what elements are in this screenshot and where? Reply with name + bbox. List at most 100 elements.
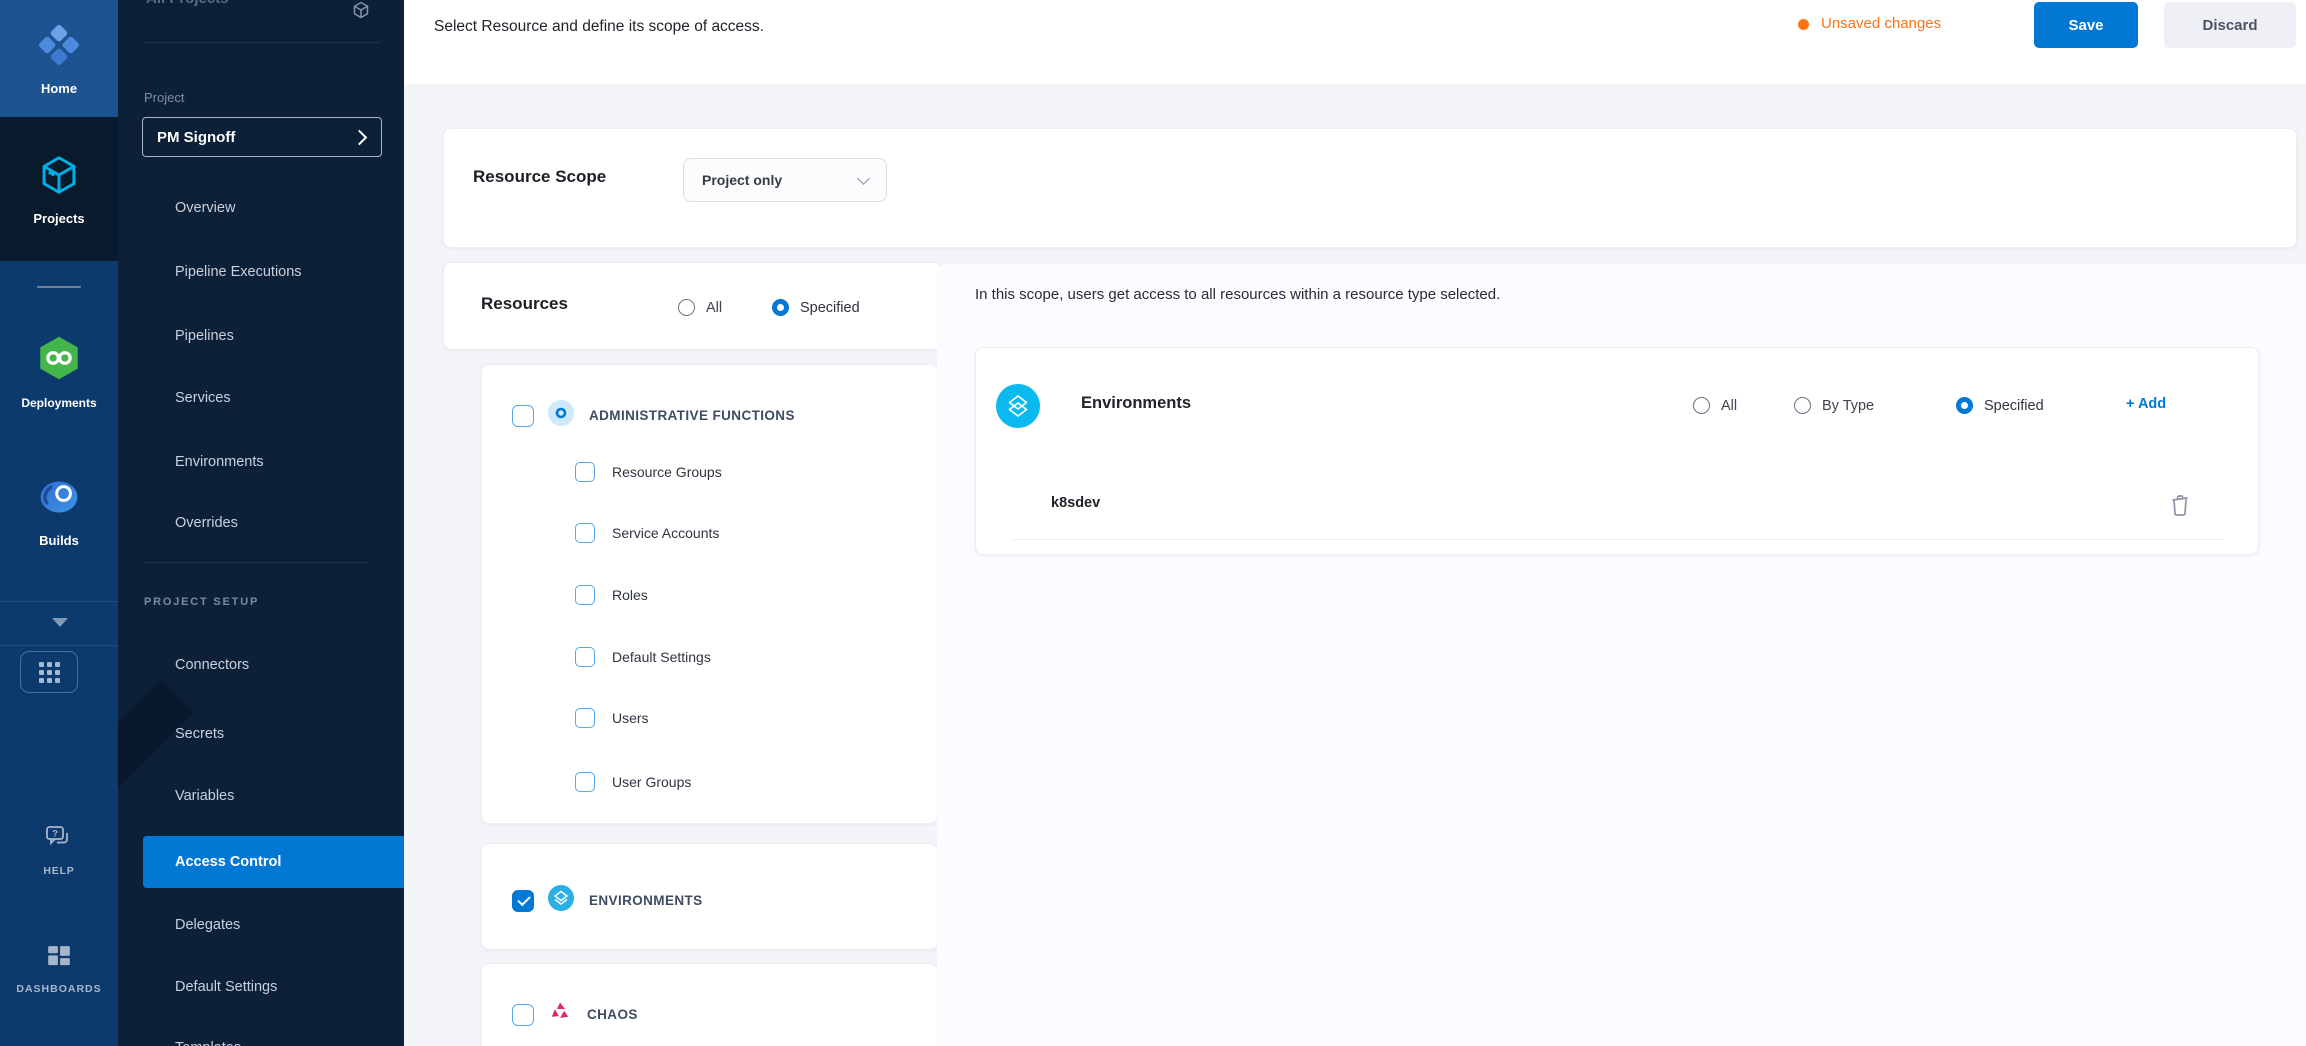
rail-label-dashboards: DASHBOARDS	[16, 983, 101, 995]
cube-icon[interactable]	[350, 0, 372, 25]
sidebar-item-pipeline-executions[interactable]: Pipeline Executions	[118, 252, 404, 292]
rail-item-deployments[interactable]: Deployments	[0, 333, 118, 410]
env-option-by-type[interactable]: By Type	[1794, 397, 1874, 414]
resource-scope-label: Resource Scope	[473, 167, 606, 187]
project-sidebar: All Projects Project PM Signoff Overview…	[118, 0, 404, 1046]
discard-button[interactable]: Discard	[2164, 2, 2296, 48]
sidebar-item-overrides[interactable]: Overrides	[118, 503, 404, 543]
help-chat-icon: ?	[44, 824, 74, 857]
rail-section-line	[0, 601, 118, 602]
env-option-all[interactable]: All	[1693, 397, 1737, 414]
chaos-group-card: CHAOS	[481, 963, 938, 1046]
chaos-group-header: CHAOS	[512, 1000, 638, 1029]
resource-scope-dropdown-value: Project only	[702, 172, 782, 188]
sidebar-item-access-control-active[interactable]: Access Control	[143, 836, 404, 888]
environments-card-title: Environments	[1081, 394, 1191, 413]
rail-label-help: HELP	[43, 865, 74, 877]
environments-icon	[996, 384, 1040, 428]
resources-filter-all[interactable]: All	[678, 299, 722, 316]
scope-description: In this scope, users get access to all r…	[975, 286, 1500, 303]
admin-item-roles: Roles	[575, 585, 648, 605]
chevron-down-icon	[857, 172, 870, 185]
resources-title: Resources	[481, 294, 568, 314]
rail-item-builds[interactable]: Builds	[0, 474, 118, 548]
sidebar-item-connectors[interactable]: Connectors	[118, 645, 404, 685]
rail-label-deployments: Deployments	[21, 396, 96, 410]
rail-item-help[interactable]: ? HELP	[0, 824, 118, 877]
main-content: Resource Scope Project only Resources Al…	[404, 84, 2306, 1046]
sidebar-item-pipelines[interactable]: Pipelines	[118, 316, 404, 356]
admin-item-service-accounts: Service Accounts	[575, 523, 719, 543]
resource-scope-card: Resource Scope Project only	[443, 128, 2297, 248]
rail-label-builds: Builds	[39, 533, 79, 548]
project-selector[interactable]: PM Signoff	[142, 117, 382, 157]
sidebar-item-overview[interactable]: Overview	[118, 188, 404, 228]
radio-all[interactable]	[1693, 397, 1710, 414]
rail-section-line	[0, 645, 118, 646]
radio-specified-selected[interactable]	[772, 299, 789, 316]
sidebar-item-variables[interactable]: Variables	[118, 776, 404, 816]
page-title: Select Resource and define its scope of …	[434, 18, 764, 36]
project-selector-value: PM Signoff	[157, 129, 235, 146]
rail-item-dashboards[interactable]: DASHBOARDS	[0, 944, 118, 995]
add-resource-button[interactable]: + Add	[2126, 396, 2166, 412]
radio-specified-selected[interactable]	[1956, 397, 1973, 414]
rail-item-home[interactable]: Home	[0, 0, 118, 117]
environments-detail-card: Environments All By Type Specified + Add…	[975, 347, 2259, 555]
row-divider	[1011, 539, 2224, 540]
roles-checkbox[interactable]	[575, 585, 595, 605]
unsaved-dot-icon	[1798, 19, 1809, 30]
admin-functions-icon	[548, 400, 574, 431]
rail-label-projects: Projects	[33, 211, 84, 226]
resource-groups-checkbox[interactable]	[575, 462, 595, 482]
admin-item-user-groups: User Groups	[575, 772, 691, 792]
scope-detail-pane: In this scope, users get access to all r…	[937, 264, 2306, 1046]
environments-small-icon	[548, 885, 574, 916]
harness-app-window: Home Projects Deplo	[0, 0, 2306, 1046]
resources-panel-header: Resources All Specified	[443, 262, 942, 350]
delete-resource-button[interactable]	[2168, 492, 2194, 518]
sidebar-item-services[interactable]: Services	[118, 378, 404, 418]
svg-text:?: ?	[52, 829, 58, 840]
admin-functions-checkbox[interactable]	[512, 405, 534, 427]
chaos-icon	[548, 1000, 572, 1029]
resources-filter-specified[interactable]: Specified	[772, 299, 860, 316]
sidebar-top-title[interactable]: All Projects	[146, 0, 229, 7]
admin-item-users: Users	[575, 708, 649, 728]
user-groups-checkbox[interactable]	[575, 772, 595, 792]
grid-icon	[39, 662, 60, 683]
module-picker-button[interactable]	[20, 651, 78, 693]
service-accounts-checkbox[interactable]	[575, 523, 595, 543]
admin-item-default-settings: Default Settings	[575, 647, 711, 667]
page-header: Select Resource and define its scope of …	[404, 0, 2306, 85]
project-label: Project	[144, 90, 184, 105]
unsaved-changes-label: Unsaved changes	[1821, 15, 1941, 32]
radio-by-type[interactable]	[1794, 397, 1811, 414]
default-settings-checkbox[interactable]	[575, 647, 595, 667]
chaos-checkbox[interactable]	[512, 1004, 534, 1026]
resource-scope-dropdown[interactable]: Project only	[683, 158, 887, 202]
sidebar-divider	[142, 42, 380, 43]
sidebar-item-secrets[interactable]: Secrets	[118, 714, 404, 754]
chevron-right-icon	[352, 130, 368, 146]
admin-item-resource-groups: Resource Groups	[575, 462, 722, 482]
rail-item-projects[interactable]: Projects	[0, 117, 118, 261]
rail-divider	[37, 286, 81, 288]
environments-checkbox-checked[interactable]	[512, 890, 534, 912]
project-setup-section-label: PROJECT SETUP	[144, 596, 259, 608]
builds-icon	[36, 474, 82, 525]
sidebar-divider	[142, 562, 368, 563]
radio-all[interactable]	[678, 299, 695, 316]
environments-group-card: ENVIRONMENTS	[481, 843, 938, 950]
sidebar-item-default-settings[interactable]: Default Settings	[118, 967, 404, 1007]
sidebar-item-delegates[interactable]: Delegates	[118, 905, 404, 945]
chevron-down-icon[interactable]	[52, 618, 68, 627]
env-option-specified[interactable]: Specified	[1956, 397, 2044, 414]
sidebar-item-templates[interactable]: Templates	[118, 1028, 404, 1046]
admin-functions-header: ADMINISTRATIVE FUNCTIONS	[512, 400, 795, 431]
home-icon	[36, 22, 82, 73]
users-checkbox[interactable]	[575, 708, 595, 728]
sidebar-item-environments[interactable]: Environments	[118, 442, 404, 482]
save-button[interactable]: Save	[2034, 2, 2138, 48]
projects-cube-icon	[36, 152, 82, 203]
